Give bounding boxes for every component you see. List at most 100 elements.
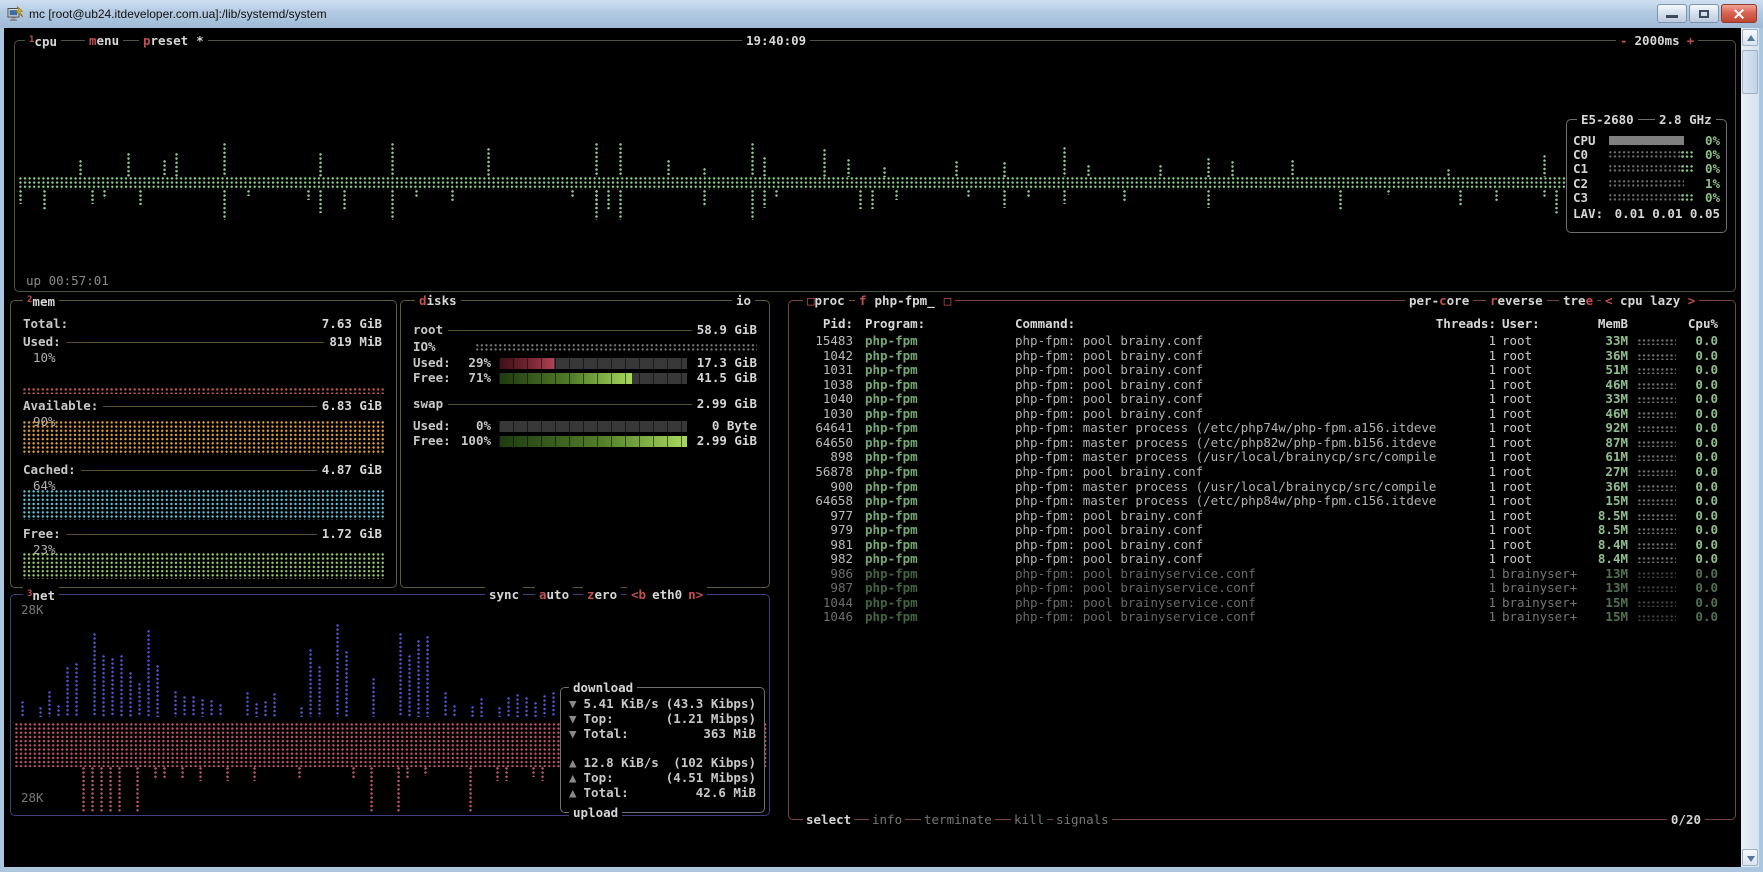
disks-box-title[interactable]: disks (415, 293, 461, 308)
proc-threads: 1 (1429, 450, 1496, 465)
net-box: 3net sync auto zero <beth0n> 28K 28K dow… (10, 594, 770, 816)
proc-row[interactable]: 1046php-fpmphp-fpm: pool brainyservice.c… (789, 610, 1735, 625)
per-core-toggle[interactable]: per-core (1405, 293, 1473, 308)
footer-signals-button[interactable]: signals (1053, 812, 1112, 827)
preset-button[interactable]: preset* (139, 33, 208, 48)
proc-command: php-fpm: pool brainyservice.conf (1015, 596, 1256, 611)
proc-cpu: 0.0 (1673, 567, 1718, 582)
net-box-title[interactable]: 3net (23, 587, 59, 603)
footer-info-button[interactable]: info (869, 812, 905, 827)
proc-pid: 898 (789, 450, 853, 465)
graph-dots (595, 190, 600, 220)
graph-dots (619, 143, 624, 177)
cpu-box-title[interactable]: 1cpu (25, 33, 61, 49)
sort-prev-button[interactable]: < (1605, 293, 1613, 308)
graph-dots (751, 143, 756, 177)
drive-free-percent: 71% (457, 371, 491, 385)
sort-next-button[interactable]: > (1688, 293, 1696, 308)
net-sync-button[interactable]: sync (485, 587, 523, 602)
proc-row[interactable]: 56878php-fpmphp-fpm: pool brainy.conf1ro… (789, 465, 1735, 480)
proc-command: php-fpm: master process (/usr/local/brai… (1015, 450, 1436, 465)
net-auto-button[interactable]: auto (535, 587, 573, 602)
col-threads: Threads: (1429, 317, 1496, 332)
drive-free-meter (499, 373, 687, 384)
proc-row[interactable]: 900php-fpmphp-fpm: master process (/usr/… (789, 480, 1735, 495)
proc-pid: 64641 (789, 421, 853, 436)
proc-row[interactable]: 64641php-fpmphp-fpm: master process (/et… (789, 421, 1735, 436)
proc-mem-meter (1638, 441, 1676, 447)
net-prev-button[interactable]: <b (631, 587, 646, 602)
graph-dots (136, 767, 141, 813)
down-arrow-icon: ▼ (569, 727, 577, 741)
proc-row[interactable]: 979php-fpmphp-fpm: pool brainy.conf1root… (789, 523, 1735, 538)
proc-row[interactable]: 1031php-fpmphp-fpm: pool brainy.conf1roo… (789, 363, 1735, 378)
scrollbar-thumb[interactable] (1742, 50, 1758, 94)
window-titlebar[interactable]: mc [root@ub24.itdeveloper.com.ua]:/lib/s… (0, 0, 1763, 28)
graph-dots (127, 153, 132, 177)
proc-filter-input[interactable]: fphp-fpm_□ (855, 293, 955, 308)
proc-cpu: 0.0 (1673, 349, 1718, 364)
proc-user: root (1502, 552, 1532, 567)
footer-terminate-button[interactable]: terminate (921, 812, 995, 827)
proc-mem: 46M (1565, 378, 1628, 393)
mem-box-title[interactable]: 2mem (23, 293, 59, 309)
col-pid: Pid: (789, 317, 853, 332)
proc-row[interactable]: 64658php-fpmphp-fpm: master process (/et… (789, 494, 1735, 509)
proc-pid: 900 (789, 480, 853, 495)
drive-io-meter (476, 344, 757, 351)
proc-threads: 1 (1429, 494, 1496, 509)
proc-row[interactable]: 64650php-fpmphp-fpm: master process (/et… (789, 436, 1735, 451)
proc-mem: 61M (1565, 450, 1628, 465)
proc-row[interactable]: 987php-fpmphp-fpm: pool brainyservice.co… (789, 581, 1735, 596)
net-zero-button[interactable]: zero (583, 587, 621, 602)
graph-dots (103, 190, 108, 199)
graph-dots (507, 697, 512, 717)
proc-row[interactable]: 981php-fpmphp-fpm: pool brainy.conf1root… (789, 538, 1735, 553)
graph-dots (57, 705, 62, 717)
tree-toggle[interactable]: tree (1559, 293, 1597, 308)
maximize-button[interactable] (1689, 4, 1719, 23)
proc-row[interactable]: 1038php-fpmphp-fpm: pool brainy.conf1roo… (789, 378, 1735, 393)
proc-cpu: 0.0 (1673, 509, 1718, 524)
graph-dots (183, 696, 188, 717)
mem-available-graph (23, 421, 384, 455)
proc-row[interactable]: 1030php-fpmphp-fpm: pool brainy.conf1roo… (789, 407, 1735, 422)
proc-row[interactable]: 1044php-fpmphp-fpm: pool brainyservice.c… (789, 596, 1735, 611)
menu-button[interactable]: menu (85, 33, 123, 48)
net-iface-label: eth0 (652, 587, 682, 602)
footer-kill-button[interactable]: kill (1011, 812, 1047, 827)
io-toggle-button[interactable]: io (732, 293, 755, 308)
scroll-down-button[interactable] (1742, 849, 1758, 866)
proc-user: root (1502, 523, 1532, 538)
graph-dots (75, 663, 80, 717)
net-next-button[interactable]: n> (688, 587, 703, 602)
graph-dots (444, 692, 449, 717)
proc-box-title[interactable]: □proc (803, 293, 849, 308)
graph-dots (102, 655, 107, 717)
proc-row[interactable]: 986php-fpmphp-fpm: pool brainyservice.co… (789, 567, 1735, 582)
terminal-scrollbar[interactable] (1741, 28, 1759, 867)
proc-cpu: 0.0 (1673, 450, 1718, 465)
interval-minus-button[interactable]: - (1620, 33, 1628, 48)
proc-threads: 1 (1429, 581, 1496, 596)
proc-row[interactable]: 977php-fpmphp-fpm: pool brainy.conf1root… (789, 509, 1735, 524)
scroll-up-button[interactable] (1742, 29, 1758, 46)
proc-mem: 92M (1565, 421, 1628, 436)
download-total-value: 363 MiB (703, 727, 756, 741)
graph-dots (343, 190, 348, 211)
footer-select-button[interactable]: select (803, 812, 854, 827)
core-meter-dots (1609, 165, 1684, 172)
download-total-row: ▼ Total: 363 MiB (569, 727, 756, 741)
reverse-toggle[interactable]: reverse (1486, 293, 1547, 308)
interval-plus-button[interactable]: + (1687, 33, 1695, 48)
proc-row[interactable]: 1040php-fpmphp-fpm: pool brainy.conf1roo… (789, 392, 1735, 407)
proc-row[interactable]: 982php-fpmphp-fpm: pool brainy.conf1root… (789, 552, 1735, 567)
minimize-button[interactable] (1657, 4, 1687, 23)
close-button[interactable] (1721, 4, 1757, 23)
proc-row[interactable]: 898php-fpmphp-fpm: master process (/usr/… (789, 450, 1735, 465)
proc-cpu: 0.0 (1673, 480, 1718, 495)
proc-row[interactable]: 1042php-fpmphp-fpm: pool brainy.conf1roo… (789, 349, 1735, 364)
proc-row[interactable]: 15483php-fpmphp-fpm: pool brainy.conf1ro… (789, 334, 1735, 349)
cpu-detail-box: E5-2680 2.8 GHz CPU0%C00%C10%C21%C30% LA… (1566, 119, 1727, 233)
proc-mem: 15M (1565, 610, 1628, 625)
